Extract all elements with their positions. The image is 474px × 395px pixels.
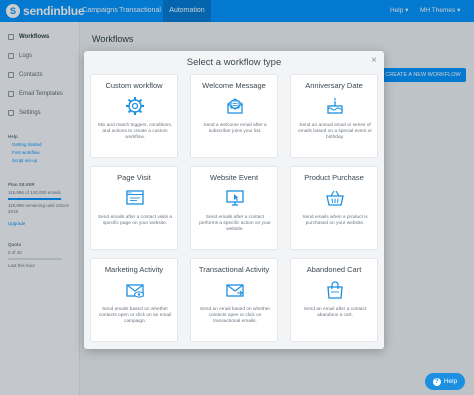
gear-icon (126, 97, 144, 115)
card-title: Page Visit (117, 173, 151, 182)
envelope-open-icon (227, 98, 243, 114)
workflow-type-modal: Select a workflow type × Custom workflow… (84, 51, 384, 349)
card-product-purchase[interactable]: Product Purchase Send emails when a prod… (290, 166, 378, 250)
close-icon[interactable]: × (371, 55, 377, 66)
card-description: Send an email based on whether contacts … (199, 307, 271, 324)
help-button[interactable]: ? Help (425, 373, 465, 390)
card-description: Send emails after a contact performs a s… (199, 215, 271, 232)
card-description: Send emails after a contact visits a spe… (97, 215, 173, 226)
card-title: Website Event (209, 173, 259, 182)
card-description: Mix and match triggers, conditions, and … (97, 123, 173, 140)
card-description: Send an email after a contact abandons a… (303, 307, 367, 318)
email-eye-icon (126, 284, 144, 298)
cake-icon (327, 97, 343, 114)
card-marketing-activity[interactable]: Marketing Activity Send emails based on … (90, 258, 178, 342)
card-title: Welcome Message (202, 81, 266, 90)
card-title: Marketing Activity (104, 265, 164, 274)
card-description: Send a welcome email after a subscriber … (203, 123, 267, 134)
card-description: Send emails based on whether contacts op… (98, 307, 172, 324)
card-title: Product Purchase (304, 173, 364, 182)
modal-title: Select a workflow type (186, 57, 282, 68)
card-welcome-message[interactable]: Welcome Message Send a welcome email aft… (190, 74, 278, 158)
shopping-bag-icon (327, 281, 343, 299)
monitor-click-icon (226, 190, 244, 206)
card-description: Send emails when a product is purchased … (302, 215, 368, 226)
card-page-visit[interactable]: Page Visit Send emails after a contact v… (90, 166, 178, 250)
card-title: Abandoned Cart (306, 265, 362, 274)
card-anniversary-date[interactable]: Anniversary Date Send an annual email or… (290, 74, 378, 158)
card-custom-workflow[interactable]: Custom workflow Mix and match triggers, … (90, 74, 178, 158)
card-website-event[interactable]: Website Event Send emails after a contac… (190, 166, 278, 250)
card-title: Custom workflow (105, 81, 163, 90)
question-icon: ? (432, 377, 441, 386)
card-title: Transactional Activity (198, 265, 270, 274)
shopping-basket-icon (326, 190, 344, 206)
card-abandoned-cart[interactable]: Abandoned Cart Send an email after a con… (290, 258, 378, 342)
help-button-label: Help (443, 378, 458, 385)
browser-window-icon (126, 190, 144, 205)
card-transactional-activity[interactable]: Transactional Activity Send an email bas… (190, 258, 278, 342)
email-arrow-icon (226, 284, 244, 297)
card-description: Send an annual email or series of emails… (298, 123, 372, 140)
card-title: Anniversary Date (305, 81, 363, 90)
